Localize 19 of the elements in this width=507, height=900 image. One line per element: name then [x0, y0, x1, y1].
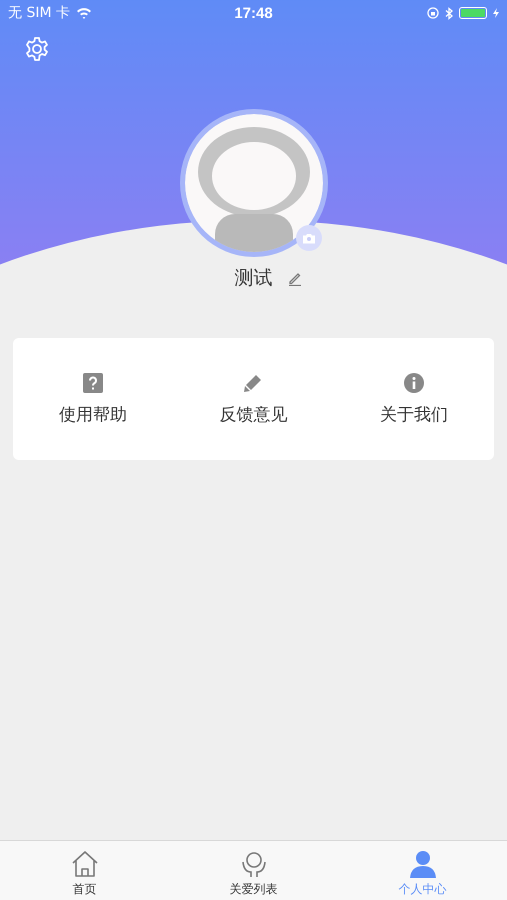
wifi-icon: [76, 7, 92, 19]
info-icon: [404, 372, 424, 392]
menu-item[interactable]: 反馈意见: [173, 372, 334, 426]
settings-icon[interactable]: [24, 36, 50, 62]
pencil-icon: [243, 372, 264, 392]
person-icon: [408, 850, 438, 878]
carrier-label: 无 SIM 卡: [8, 4, 70, 22]
menu-item[interactable]: 使用帮助: [13, 372, 174, 426]
menu-item[interactable]: 关于我们: [334, 372, 494, 426]
help-icon: [83, 372, 104, 392]
user-name: 测试: [234, 266, 272, 291]
tab[interactable]: 关爱列表: [169, 841, 338, 900]
clock-time: 17:48: [234, 4, 273, 22]
orientation-lock-icon: [427, 7, 439, 19]
home-icon: [70, 850, 100, 878]
tab[interactable]: 首页: [0, 841, 169, 900]
bluetooth-icon: [445, 6, 453, 20]
battery-icon: [459, 7, 487, 19]
charging-icon: [493, 8, 499, 18]
